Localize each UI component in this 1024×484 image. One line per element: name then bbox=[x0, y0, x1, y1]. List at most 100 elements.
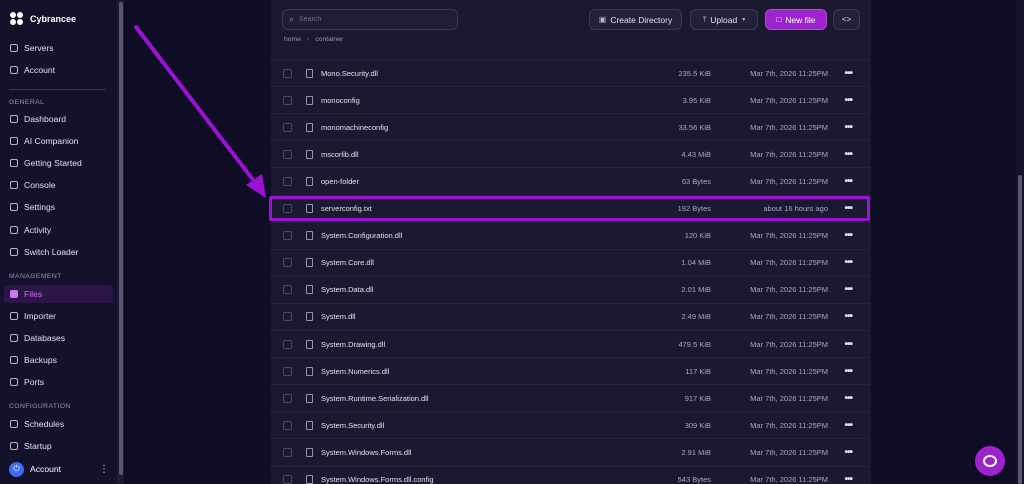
sidebar-item-account[interactable]: Account bbox=[4, 61, 113, 79]
row-checkbox[interactable] bbox=[283, 447, 292, 457]
sidebar-item-schedules[interactable]: Schedules bbox=[4, 415, 113, 433]
row-checkbox[interactable] bbox=[283, 366, 292, 376]
table-row[interactable]: open-folder 63 Bytes Mar 7th, 2026 11:25PM… bbox=[271, 167, 871, 194]
row-checkbox[interactable] bbox=[283, 68, 292, 78]
sidebar-item-label: Console bbox=[24, 180, 56, 191]
sidebar-item-getting-started[interactable]: Getting Started bbox=[4, 154, 113, 172]
file-name[interactable]: monoconfig bbox=[321, 96, 360, 105]
upload-button[interactable]: ⤒ Upload ▾ bbox=[690, 9, 758, 30]
upload-label: Upload bbox=[710, 14, 738, 25]
table-row[interactable]: System.Windows.Forms.dll.config 543 Bytes… bbox=[271, 465, 871, 484]
sidebar-item-dashboard[interactable]: Dashboard bbox=[4, 110, 113, 128]
more-horizontal-icon[interactable]: ••• bbox=[844, 366, 852, 377]
file-name[interactable]: System.Drawing.dll bbox=[321, 340, 385, 349]
file-name[interactable]: Mono.Security.dll bbox=[321, 69, 378, 78]
more-horizontal-icon[interactable]: ••• bbox=[844, 311, 852, 322]
table-row[interactable]: System.Runtime.Serialization.dll 917 KiB M… bbox=[271, 384, 871, 411]
more-horizontal-icon[interactable]: ••• bbox=[844, 284, 852, 295]
more-horizontal-icon[interactable]: ••• bbox=[844, 95, 852, 106]
chevron-right-icon: › bbox=[307, 36, 310, 43]
new-file-button[interactable]: □ New file bbox=[765, 9, 827, 30]
more-horizontal-icon[interactable]: ••• bbox=[844, 149, 852, 160]
table-row[interactable]: System.dll 2.49 MiB Mar 7th, 2026 11:25PM •… bbox=[271, 302, 871, 330]
row-checkbox[interactable] bbox=[283, 231, 292, 241]
file-modified: Mar 7th, 2026 11:25PM bbox=[750, 68, 828, 78]
row-checkbox[interactable] bbox=[283, 122, 292, 132]
row-checkbox[interactable] bbox=[283, 176, 292, 186]
sidebar-item-switch-loader[interactable]: Switch Loader bbox=[4, 243, 113, 261]
row-checkbox[interactable] bbox=[283, 312, 292, 322]
sidebar-item-files[interactable]: Files bbox=[4, 285, 113, 303]
file-name[interactable]: System.Security.dll bbox=[321, 421, 384, 430]
account-menu[interactable]: ⏻ Account ⋮ bbox=[9, 460, 109, 478]
file-name[interactable]: System.Windows.Forms.dll bbox=[321, 448, 411, 457]
table-row[interactable]: System.Data.dll 2.01 MiB Mar 7th, 2026 11:… bbox=[271, 275, 871, 303]
row-checkbox[interactable] bbox=[283, 258, 292, 268]
row-checkbox[interactable] bbox=[283, 393, 292, 403]
sidebar-item-ports[interactable]: Ports bbox=[4, 373, 113, 391]
sidebar-item-activity[interactable]: Activity bbox=[4, 221, 113, 239]
row-checkbox[interactable] bbox=[283, 95, 292, 105]
row-checkbox[interactable] bbox=[283, 339, 292, 349]
table-row[interactable]: System.Security.dll 309 KiB Mar 7th, 2026 … bbox=[271, 411, 871, 438]
search-box[interactable]: ⌕ bbox=[282, 9, 458, 30]
database-icon bbox=[10, 334, 18, 343]
row-checkbox[interactable] bbox=[283, 149, 292, 159]
file-name[interactable]: mscorlib.dll bbox=[321, 150, 359, 159]
sidebar-item-databases[interactable]: Databases bbox=[4, 329, 113, 347]
search-input[interactable] bbox=[299, 16, 440, 23]
more-vertical-icon[interactable]: ⋮ bbox=[99, 464, 109, 475]
table-row[interactable]: monoconfig 3.95 KiB Mar 7th, 2026 11:25PM •… bbox=[271, 86, 871, 113]
file-name[interactable]: System.Configuration.dll bbox=[321, 231, 402, 240]
sidebar-scrollbar-thumb[interactable] bbox=[119, 2, 123, 475]
file-name[interactable]: System.Core.dll bbox=[321, 258, 374, 267]
more-horizontal-icon[interactable]: ••• bbox=[844, 122, 852, 133]
breadcrumb-home[interactable]: home bbox=[284, 36, 301, 43]
breadcrumb-container[interactable]: container bbox=[315, 36, 343, 43]
row-checkbox[interactable] bbox=[283, 475, 292, 484]
file-name[interactable]: System.dll bbox=[321, 312, 356, 321]
table-row[interactable]: mscorlib.dll 4.43 MiB Mar 7th, 2026 11:25P… bbox=[271, 140, 871, 167]
more-horizontal-icon[interactable]: ••• bbox=[844, 230, 852, 241]
page-scrollbar-thumb[interactable] bbox=[1018, 175, 1022, 484]
file-icon bbox=[306, 68, 313, 78]
table-row[interactable]: System.Numerics.dll 117 KiB Mar 7th, 2026 … bbox=[271, 357, 871, 384]
file-name[interactable]: System.Data.dll bbox=[321, 285, 374, 294]
more-horizontal-icon[interactable]: ••• bbox=[844, 339, 852, 350]
table-row[interactable]: System.Drawing.dll 479.5 KiB Mar 7th, 2026… bbox=[271, 330, 871, 357]
file-name[interactable]: System.Numerics.dll bbox=[321, 367, 389, 376]
file-name[interactable]: System.Windows.Forms.dll.config bbox=[321, 475, 434, 484]
more-horizontal-icon[interactable]: ••• bbox=[844, 474, 852, 484]
more-horizontal-icon[interactable]: ••• bbox=[844, 420, 852, 431]
row-checkbox[interactable] bbox=[283, 420, 292, 430]
more-horizontal-icon[interactable]: ••• bbox=[844, 447, 852, 458]
more-horizontal-icon[interactable]: ••• bbox=[844, 393, 852, 404]
sidebar-item-label: Getting Started bbox=[24, 158, 82, 169]
more-horizontal-icon[interactable]: ••• bbox=[844, 68, 852, 79]
file-size: 33.56 KiB bbox=[678, 122, 711, 132]
file-name[interactable]: System.Runtime.Serialization.dll bbox=[321, 394, 429, 403]
file-name[interactable]: monomachineconfig bbox=[321, 123, 388, 132]
table-row[interactable]: System.Configuration.dll 120 KiB Mar 7th, … bbox=[271, 221, 871, 249]
code-view-button[interactable]: <> bbox=[833, 9, 860, 30]
brand[interactable]: Cybrancee bbox=[10, 10, 76, 28]
file-name[interactable]: open-folder bbox=[321, 177, 359, 186]
table-row[interactable]: monomachineconfig 33.56 KiB Mar 7th, 2026 … bbox=[271, 113, 871, 140]
table-row[interactable]: Mono.Security.dll 235.5 KiB Mar 7th, 2026 … bbox=[271, 59, 871, 86]
sidebar-item-servers[interactable]: Servers bbox=[4, 39, 113, 57]
sidebar-item-backups[interactable]: Backups bbox=[4, 351, 113, 369]
sidebar-item-ai-companion[interactable]: AI Companion bbox=[4, 132, 113, 150]
chat-button[interactable] bbox=[975, 446, 1005, 476]
create-directory-button[interactable]: ▣ Create Directory bbox=[589, 9, 682, 30]
sidebar-item-startup[interactable]: Startup bbox=[4, 437, 113, 455]
sidebar-item-label: Switch Loader bbox=[24, 246, 79, 257]
sidebar-item-label: Dashboard bbox=[24, 114, 67, 124]
row-checkbox[interactable] bbox=[283, 285, 292, 295]
more-horizontal-icon[interactable]: ••• bbox=[844, 257, 852, 268]
more-horizontal-icon[interactable]: ••• bbox=[844, 176, 852, 187]
sidebar-item-importer[interactable]: Importer bbox=[4, 307, 113, 325]
sidebar-item-settings[interactable]: Settings bbox=[4, 198, 113, 216]
sidebar-item-console[interactable]: Console bbox=[4, 176, 113, 194]
table-row[interactable]: System.Windows.Forms.dll 2.91 MiB Mar 7th,… bbox=[271, 438, 871, 465]
table-row[interactable]: System.Core.dll 1.04 MiB Mar 7th, 2026 11:… bbox=[271, 248, 871, 276]
